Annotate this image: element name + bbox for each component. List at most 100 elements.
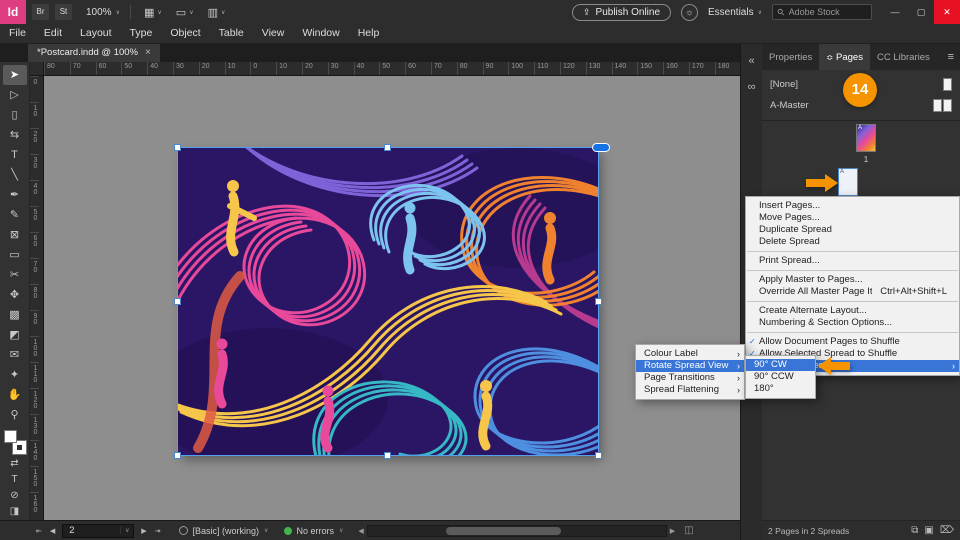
submenu-item[interactable]: 90° CW xyxy=(746,359,815,371)
vertical-ruler[interactable]: 0102030405060708090100110120130140150160 xyxy=(30,76,44,520)
app-badge[interactable]: Br xyxy=(32,4,49,20)
close-button[interactable]: ✕ xyxy=(934,0,960,24)
preflight-status[interactable]: No errors xyxy=(296,526,334,536)
collapse-panels-icon[interactable]: « xyxy=(743,52,761,70)
stock-search-input[interactable]: ⚲ Adobe Stock xyxy=(772,4,872,20)
menubar-item[interactable]: Layout xyxy=(71,24,121,43)
note-tool[interactable]: ✉ xyxy=(3,345,27,365)
next-page-button[interactable]: ▶ xyxy=(137,527,150,535)
preflight-menu-icon[interactable] xyxy=(179,526,188,535)
scroll-right-button[interactable]: ▶ xyxy=(667,527,678,535)
context-menu-item[interactable]: Move Pages... xyxy=(746,212,959,224)
selection-handle[interactable] xyxy=(174,298,181,305)
first-spread-button[interactable]: ⇤ xyxy=(32,527,46,535)
context-menu-item[interactable]: Numbering & Section Options... xyxy=(746,317,959,329)
workspace-switcher[interactable]: Essentials ∨ xyxy=(708,7,762,18)
formatting-affects-text-icon[interactable]: T xyxy=(3,472,27,488)
selection-handle[interactable] xyxy=(174,144,181,151)
minimize-button[interactable]: — xyxy=(882,0,908,24)
swap-fill-stroke-icon[interactable]: ⇄ xyxy=(3,456,27,472)
scroll-left-button[interactable]: ◀ xyxy=(355,527,366,535)
document-tab[interactable]: *Postcard.indd @ 100% × xyxy=(28,44,160,62)
edit-page-size-icon[interactable]: ⧉ xyxy=(911,525,918,536)
submenu-item[interactable]: 90° CCW xyxy=(746,371,815,383)
menubar-item[interactable]: Object xyxy=(161,24,209,43)
apply-none-icon[interactable]: ⊘ xyxy=(3,488,27,504)
submenu-item[interactable]: 180° xyxy=(746,383,815,395)
context-menu-item[interactable] xyxy=(747,332,958,333)
last-spread-button[interactable]: ⇥ xyxy=(151,527,165,535)
context-menu-item[interactable] xyxy=(747,270,958,271)
scrollbar-thumb[interactable] xyxy=(446,527,561,535)
menubar-item[interactable]: Table xyxy=(210,24,253,43)
menubar-item[interactable]: Help xyxy=(349,24,389,43)
zoom-tool[interactable]: ⚲ xyxy=(3,405,27,425)
direct-selection-tool[interactable]: ▷ xyxy=(3,85,27,105)
free-transform-tool[interactable]: ✥ xyxy=(3,285,27,305)
pen-tool[interactable]: ✒ xyxy=(3,185,27,205)
submenu-item[interactable]: Spread Flattening › xyxy=(636,384,744,396)
menubar-item[interactable]: Type xyxy=(121,24,162,43)
preflight-profile[interactable]: [Basic] (working) xyxy=(193,526,260,536)
horizontal-scrollbar[interactable] xyxy=(367,525,667,537)
fill-swatch[interactable] xyxy=(4,430,17,443)
selection-handle[interactable] xyxy=(174,452,181,459)
type-tool[interactable]: T xyxy=(3,145,27,165)
zoom-level-dropdown[interactable]: 100% ∨ xyxy=(82,7,124,18)
app-badge[interactable]: St xyxy=(55,4,72,20)
menubar-item[interactable]: Window xyxy=(293,24,348,43)
split-layout-icon[interactable]: ◫ xyxy=(684,525,693,536)
selection-handle[interactable] xyxy=(384,452,391,459)
previous-page-button[interactable]: ◀ xyxy=(46,527,59,535)
selection-handle[interactable] xyxy=(595,452,602,459)
menubar-item[interactable]: View xyxy=(253,24,294,43)
gap-tool[interactable]: ⇆ xyxy=(3,125,27,145)
rectangle-frame-tool[interactable]: ⊠ xyxy=(3,225,27,245)
links-panel-icon[interactable]: ∞ xyxy=(743,78,761,96)
selection-tool[interactable]: ➤ xyxy=(3,65,27,85)
context-menu-item[interactable] xyxy=(747,301,958,302)
context-menu-item[interactable] xyxy=(747,251,958,252)
tab-cc-libraries[interactable]: CC Libraries xyxy=(870,44,937,70)
publish-online-button[interactable]: ⇪ Publish Online xyxy=(572,4,671,21)
document-page[interactable] xyxy=(178,148,598,455)
gradient-feather-tool[interactable]: ◩ xyxy=(3,325,27,345)
restore-button[interactable]: ▢ xyxy=(908,0,934,24)
submenu-item[interactable]: Rotate Spread View › xyxy=(636,360,744,372)
pencil-tool[interactable]: ✎ xyxy=(3,205,27,225)
line-tool[interactable]: ╲ xyxy=(3,165,27,185)
context-menu-item[interactable]: Override All Master Page Items Ctrl+Alt+… xyxy=(746,286,959,298)
context-menu-item[interactable]: Print Spread... xyxy=(746,255,959,267)
hand-tool[interactable]: ✋ xyxy=(3,385,27,405)
context-menu-item[interactable]: Delete Spread xyxy=(746,236,959,248)
gradient-tool[interactable]: ▩ xyxy=(3,305,27,325)
tab-pages[interactable]: ≎ Pages xyxy=(819,44,870,70)
page-2-thumbnail[interactable]: A xyxy=(838,168,858,196)
tab-properties[interactable]: Properties xyxy=(762,44,819,70)
screen-mode-icon[interactable]: ◨ xyxy=(3,504,27,520)
page-tool[interactable]: ▯ xyxy=(3,105,27,125)
rectangle-tool[interactable]: ▭ xyxy=(3,245,27,265)
selection-handle[interactable] xyxy=(595,298,602,305)
horizontal-ruler[interactable]: 8070605040302010010203040506070809010011… xyxy=(44,62,740,76)
menubar-item[interactable]: Edit xyxy=(35,24,71,43)
frame-badge[interactable] xyxy=(592,143,610,152)
eyedropper-tool[interactable]: ✦ xyxy=(3,365,27,385)
menubar-item[interactable]: File xyxy=(0,24,35,43)
selection-handle[interactable] xyxy=(384,144,391,151)
screen-mode-icon[interactable]: ▭ ∨ xyxy=(169,6,201,19)
view-options-icon[interactable]: ▦ ∨ xyxy=(137,6,169,19)
ruler-origin[interactable] xyxy=(30,62,44,76)
close-tab-icon[interactable]: × xyxy=(145,44,151,62)
panel-menu-icon[interactable]: ≡ xyxy=(942,44,960,70)
context-menu-item[interactable]: Apply Master to Pages... xyxy=(746,274,959,286)
delete-page-icon[interactable]: ⌦ xyxy=(940,525,954,536)
scissors-tool[interactable]: ✂ xyxy=(3,265,27,285)
new-page-icon[interactable]: ▣ xyxy=(924,525,933,536)
submenu-item[interactable]: Page Transitions › xyxy=(636,372,744,384)
context-menu-item[interactable]: Create Alternate Layout... xyxy=(746,305,959,317)
arrange-documents-icon[interactable]: ▥ ∨ xyxy=(201,6,233,19)
context-menu-item[interactable]: ✓ Allow Document Pages to Shuffle xyxy=(746,336,959,348)
fill-stroke-swatches[interactable] xyxy=(4,430,26,454)
submenu-item[interactable]: Colour Label › xyxy=(636,348,744,360)
